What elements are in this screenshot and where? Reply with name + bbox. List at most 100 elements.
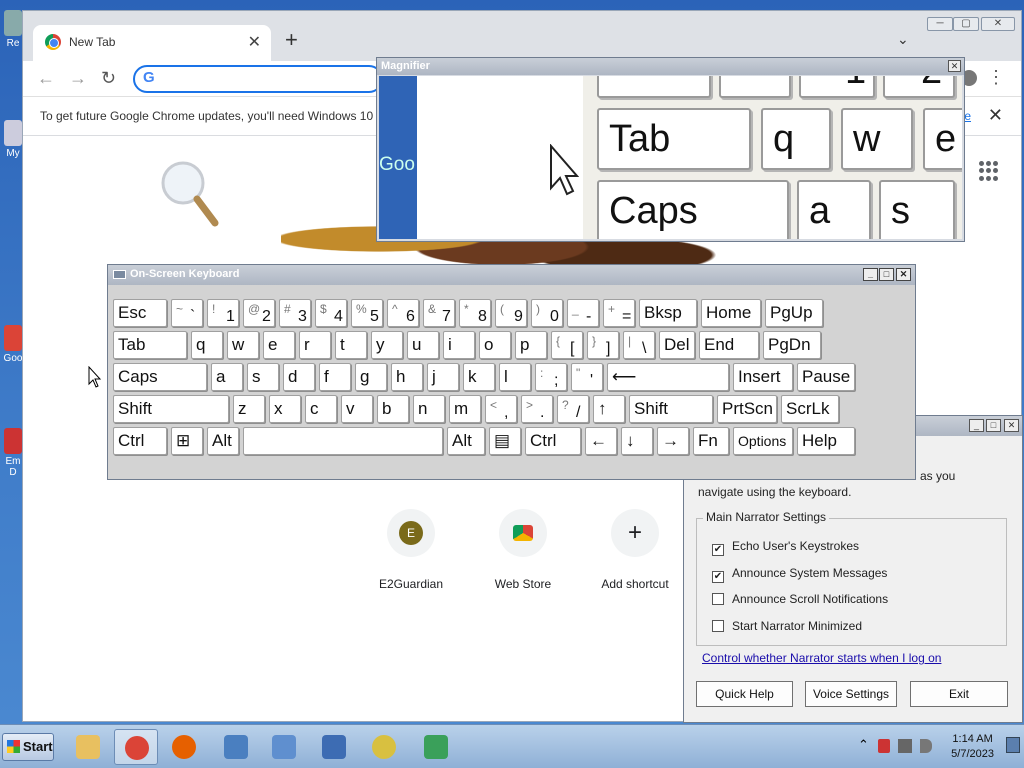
- osk-key-f[interactable]: f: [319, 363, 351, 391]
- osk-key-home[interactable]: Home: [701, 299, 761, 327]
- taskbar-chrome[interactable]: [114, 729, 158, 765]
- checkbox-announce-scroll-notifications[interactable]: Announce Scroll Notifications: [712, 592, 888, 606]
- osk-key-backtick[interactable]: ~ `: [171, 299, 203, 327]
- osk-key-h[interactable]: h: [391, 363, 423, 391]
- osk-key-slash[interactable]: ? /: [557, 395, 589, 423]
- osk-maximize-button[interactable]: □: [879, 268, 894, 281]
- osk-close-button[interactable]: ✕: [896, 268, 911, 281]
- desktop-icon-email[interactable]: Em D: [2, 428, 24, 478]
- osk-key-semicolon[interactable]: :;: [535, 363, 567, 391]
- osk-key-esc[interactable]: Esc: [113, 299, 167, 327]
- forward-button[interactable]: →: [69, 68, 87, 89]
- osk-key-rbracket[interactable]: }]: [587, 331, 619, 359]
- desktop-icon-my-computer[interactable]: My: [2, 120, 24, 159]
- show-desktop-icon[interactable]: [1006, 737, 1020, 753]
- quick-help-button[interactable]: Quick Help: [696, 681, 793, 707]
- maximize-button[interactable]: ▢: [953, 17, 979, 31]
- osk-key-o[interactable]: o: [479, 331, 511, 359]
- osk-key-pause[interactable]: Pause: [797, 363, 855, 391]
- osk-key-0[interactable]: ) 0: [531, 299, 563, 327]
- osk-key-i[interactable]: i: [443, 331, 475, 359]
- osk-key-equals[interactable]: + =: [603, 299, 635, 327]
- osk-key-down[interactable]: ↓: [621, 427, 653, 455]
- osk-key-scrlk[interactable]: ScrLk: [781, 395, 839, 423]
- taskbar-narrator[interactable]: [362, 729, 406, 765]
- narrator-maximize-button[interactable]: □: [986, 419, 1001, 432]
- osk-key-pgdn[interactable]: PgDn: [763, 331, 821, 359]
- desktop-icon-recycle-bin[interactable]: Re: [2, 10, 24, 49]
- osk-key-7[interactable]: & 7: [423, 299, 455, 327]
- osk-key-end[interactable]: End: [699, 331, 759, 359]
- osk-key-windows[interactable]: ⊞: [171, 427, 203, 455]
- osk-key-m[interactable]: m: [449, 395, 481, 423]
- shortcut-e2guardian[interactable]: E E2Guardian: [361, 509, 461, 591]
- reload-button[interactable]: ↻: [101, 68, 116, 89]
- taskbar-network[interactable]: [214, 729, 258, 765]
- osk-key-3[interactable]: #3: [279, 299, 311, 327]
- osk-key-1[interactable]: ! 1: [207, 299, 239, 327]
- osk-key-6[interactable]: ^ 6: [387, 299, 419, 327]
- osk-key-comma[interactable]: <,: [485, 395, 517, 423]
- osk-key-menu[interactable]: ▤: [489, 427, 521, 455]
- osk-key-w[interactable]: w: [227, 331, 259, 359]
- osk-key-n[interactable]: n: [413, 395, 445, 423]
- checkbox-start-minimized[interactable]: Start Narrator Minimized: [712, 619, 862, 633]
- taskbar-downloader[interactable]: [414, 729, 458, 765]
- osk-key-v[interactable]: v: [341, 395, 373, 423]
- tab-new-tab[interactable]: New Tab ✕: [33, 25, 271, 61]
- osk-key-q[interactable]: q: [191, 331, 223, 359]
- osk-key-lbracket[interactable]: {[: [551, 331, 583, 359]
- osk-key-ctrl[interactable]: Ctrl: [525, 427, 581, 455]
- osk-key-ctrl[interactable]: Ctrl: [113, 427, 167, 455]
- osk-key-z[interactable]: z: [233, 395, 265, 423]
- osk-key-5[interactable]: % 5: [351, 299, 383, 327]
- network-tray-icon[interactable]: [898, 739, 912, 753]
- shortcut-add[interactable]: + Add shortcut: [585, 509, 685, 591]
- osk-key-y[interactable]: y: [371, 331, 403, 359]
- osk-key-bksp[interactable]: Bksp: [639, 299, 697, 327]
- osk-key-alt[interactable]: Alt: [447, 427, 485, 455]
- osk-key-g[interactable]: g: [355, 363, 387, 391]
- osk-key-t[interactable]: t: [335, 331, 367, 359]
- address-bar[interactable]: G: [133, 65, 383, 93]
- osk-key-caps[interactable]: Caps: [113, 363, 207, 391]
- osk-key-x[interactable]: x: [269, 395, 301, 423]
- osk-key-up[interactable]: ↑: [593, 395, 625, 423]
- osk-key-period[interactable]: >.: [521, 395, 553, 423]
- taskbar-firefox[interactable]: [162, 729, 206, 765]
- narrator-minimize-button[interactable]: _: [969, 419, 984, 432]
- taskbar-magnifier[interactable]: [262, 729, 306, 765]
- new-tab-button[interactable]: +: [285, 29, 298, 51]
- narrator-startup-link[interactable]: Control whether Narrator starts when I l…: [702, 651, 941, 665]
- osk-key-l[interactable]: l: [499, 363, 531, 391]
- osk-key-e[interactable]: e: [263, 331, 295, 359]
- osk-key-backslash[interactable]: | \: [623, 331, 655, 359]
- infobar-close-button[interactable]: ✕: [988, 105, 1003, 126]
- osk-key-s[interactable]: s: [247, 363, 279, 391]
- close-button[interactable]: ✕: [981, 17, 1015, 31]
- checkbox-check-icon[interactable]: [712, 620, 724, 632]
- checkbox-check-icon[interactable]: [712, 593, 724, 605]
- osk-key-left[interactable]: ←: [585, 427, 617, 455]
- osk-key-a[interactable]: a: [211, 363, 243, 391]
- osk-key-2[interactable]: @2: [243, 299, 275, 327]
- checkbox-announce-system-messages[interactable]: ✔ Announce System Messages: [712, 566, 887, 583]
- osk-key-8[interactable]: * 8: [459, 299, 491, 327]
- chrome-menu-button[interactable]: ⋮: [987, 67, 1005, 88]
- magnifier-close-button[interactable]: ✕: [948, 60, 961, 72]
- narrator-close-button[interactable]: ✕: [1004, 419, 1019, 432]
- osk-key-pgup[interactable]: PgUp: [765, 299, 823, 327]
- osk-key-d[interactable]: d: [283, 363, 315, 391]
- osk-key-options[interactable]: Options: [733, 427, 793, 455]
- infobar-learn-more-link[interactable]: e: [964, 109, 971, 123]
- osk-key-b[interactable]: b: [377, 395, 409, 423]
- osk-key-shift[interactable]: Shift: [629, 395, 713, 423]
- desktop-icon-google[interactable]: Goo: [2, 325, 24, 364]
- osk-key-tab[interactable]: Tab: [113, 331, 187, 359]
- osk-key-shift[interactable]: Shift: [113, 395, 229, 423]
- osk-key-right[interactable]: →: [657, 427, 689, 455]
- osk-key-r[interactable]: r: [299, 331, 331, 359]
- osk-minimize-button[interactable]: _: [863, 268, 878, 281]
- osk-key-minus[interactable]: _ -: [567, 299, 599, 327]
- osk-key-4[interactable]: $4: [315, 299, 347, 327]
